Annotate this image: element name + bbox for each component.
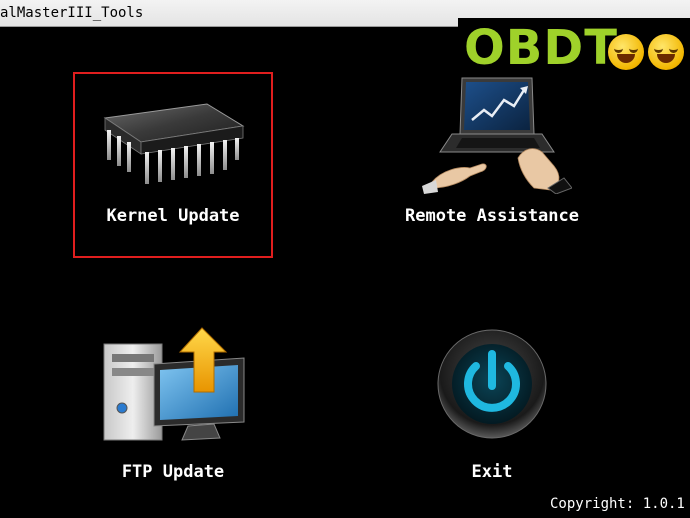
power-icon (437, 329, 547, 439)
laughing-emoji-icon (608, 34, 644, 70)
watermark-logo: OBDT (458, 18, 690, 78)
exit-label: Exit (471, 462, 513, 482)
window-title: alMasterIII_Tools (0, 5, 144, 21)
ftp-update-label: FTP Update (121, 462, 225, 482)
kernel-update-label: Kernel Update (106, 206, 240, 226)
kernel-update-button[interactable]: Kernel Update (75, 74, 271, 256)
laptop-hands-icon (422, 77, 572, 194)
remote-assistance-label: Remote Assistance (405, 206, 579, 226)
cpu-chip-icon (103, 103, 245, 184)
copyright-text: Copyright: 1.0.1 (550, 496, 685, 512)
laughing-emoji-icon (648, 34, 684, 70)
ftp-update-button[interactable]: FTP Update (88, 324, 258, 488)
computer-upload-icon (103, 327, 245, 441)
watermark-text: OBDT (464, 20, 618, 76)
remote-assistance-button[interactable]: Remote Assistance (382, 74, 602, 244)
exit-button[interactable]: Exit (432, 328, 552, 488)
